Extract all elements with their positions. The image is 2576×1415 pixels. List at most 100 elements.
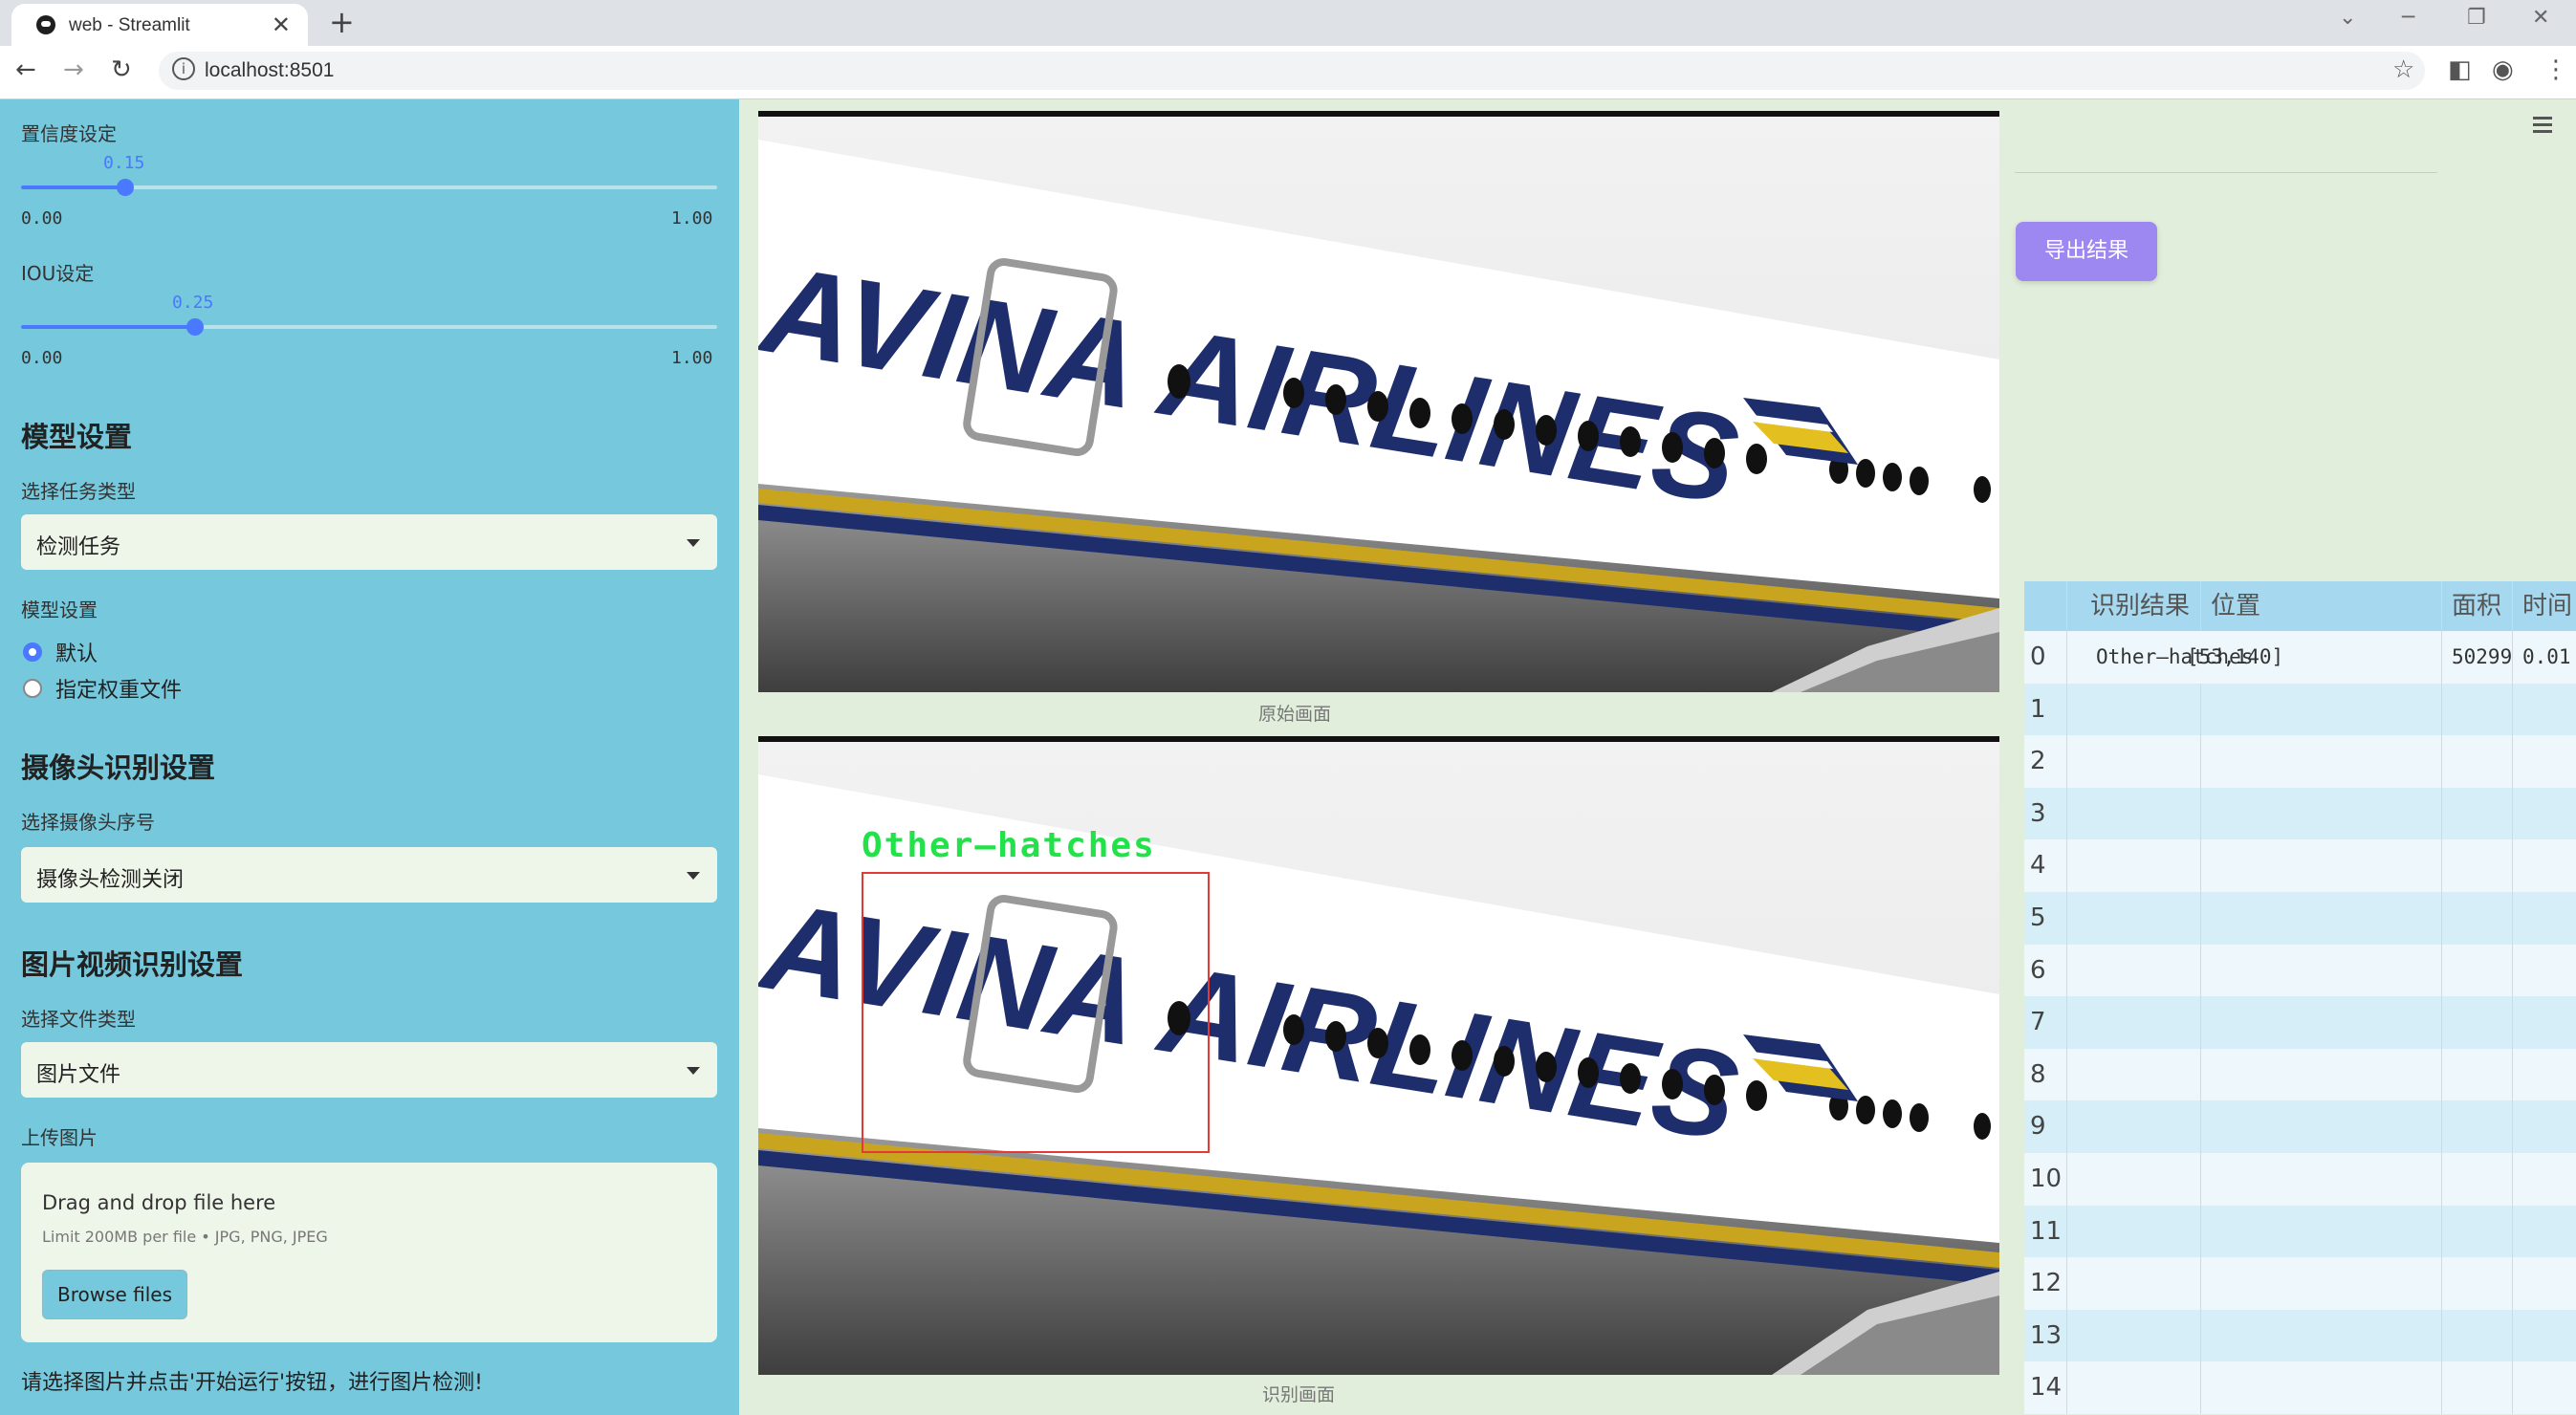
header-result[interactable]: 识别结果 (2066, 581, 2200, 631)
forward-icon[interactable]: → (63, 55, 84, 84)
profile-icon[interactable]: ◉ (2492, 55, 2514, 84)
airplane-fuselage-image: AVINA AIRLINES (758, 111, 1999, 692)
tab-close-icon[interactable]: ✕ (272, 11, 291, 38)
row-index: 11 (2030, 1216, 2063, 1246)
chevron-down-icon (687, 1067, 700, 1075)
divider (2015, 172, 2437, 173)
table-row[interactable]: 4 (2024, 839, 2576, 892)
table-row[interactable]: 3 (2024, 787, 2576, 840)
empty-cell (2200, 683, 2441, 736)
upload-limit-text: Limit 200MB per file • JPG, PNG, JPEG (42, 1228, 328, 1246)
empty-cell (2066, 1048, 2200, 1101)
confidence-slider[interactable] (21, 179, 717, 196)
tab-search-icon[interactable]: ⌄ (2339, 6, 2356, 30)
table-row[interactable]: 8 (2024, 1048, 2576, 1101)
export-results-button[interactable]: 导出结果 (2016, 222, 2157, 281)
header-area[interactable]: 面积 (2441, 581, 2512, 631)
bookmark-star-icon[interactable]: ☆ (2392, 55, 2414, 84)
back-icon[interactable]: ← (15, 55, 36, 84)
table-row[interactable]: 9 (2024, 1100, 2576, 1153)
iou-slider[interactable] (21, 318, 717, 336)
table-row[interactable]: 13 (2024, 1309, 2576, 1362)
empty-cell (2512, 1205, 2576, 1258)
empty-cell (2200, 1309, 2441, 1362)
camera-select[interactable]: 摄像头检测关闭 (21, 847, 717, 903)
row-index: 5 (2030, 903, 2046, 932)
address-bar[interactable]: i localhost:8501 (159, 52, 2425, 90)
empty-cell (2200, 996, 2441, 1049)
table-row[interactable]: 0 Other—hatches [53,140] 50299 0.01 (2024, 631, 2576, 684)
task-type-value: 检测任务 (36, 535, 121, 559)
empty-cell (2512, 683, 2576, 736)
empty-cell (2066, 735, 2200, 788)
empty-cell (2200, 1152, 2441, 1206)
table-row[interactable]: 10 (2024, 1152, 2576, 1206)
row-index: 2 (2030, 747, 2046, 776)
table-row[interactable]: 11 (2024, 1205, 2576, 1258)
empty-cell (2512, 1100, 2576, 1153)
header-position[interactable]: 位置 (2200, 581, 2441, 631)
row-index: 1 (2030, 694, 2046, 724)
hamburger-menu-icon[interactable] (2533, 117, 2552, 137)
window-close-icon[interactable]: ✕ (2532, 6, 2549, 30)
row-area: 50299 (2441, 631, 2512, 684)
browser-tab[interactable]: web - Streamlit ✕ (11, 4, 308, 46)
task-type-select[interactable]: 检测任务 (21, 514, 717, 570)
empty-cell (2512, 1257, 2576, 1310)
row-index: 3 (2030, 798, 2046, 828)
empty-cell (2066, 787, 2200, 840)
empty-cell (2066, 1309, 2200, 1362)
table-row[interactable]: 2 (2024, 735, 2576, 788)
radio-default[interactable] (23, 642, 42, 662)
iou-label: IOU设定 (21, 262, 95, 285)
empty-cell (2066, 683, 2200, 736)
upload-label: 上传图片 (21, 1126, 98, 1149)
result-image-caption: 识别画面 (1262, 1384, 1336, 1405)
file-type-select[interactable]: 图片文件 (21, 1042, 717, 1098)
url-text[interactable]: localhost:8501 (205, 59, 334, 82)
radio-default-label[interactable]: 默认 (55, 637, 98, 667)
detection-bounding-box (862, 872, 1210, 1153)
radio-custom-weights-label[interactable]: 指定权重文件 (55, 673, 182, 704)
file-uploader[interactable]: Drag and drop file here Limit 200MB per … (21, 1163, 717, 1342)
empty-cell (2441, 996, 2512, 1049)
table-row[interactable]: 7 (2024, 996, 2576, 1049)
table-row[interactable]: 14 (2024, 1361, 2576, 1414)
header-time[interactable]: 时间 (2512, 581, 2576, 631)
radio-custom-weights[interactable] (23, 679, 42, 698)
empty-cell (2066, 1205, 2200, 1258)
empty-cell (2441, 1205, 2512, 1258)
row-index: 4 (2030, 851, 2046, 881)
empty-cell (2441, 1309, 2512, 1362)
empty-cell (2066, 1152, 2200, 1206)
row-position: [53,140] (2187, 645, 2284, 668)
restore-icon[interactable]: ❐ (2467, 6, 2486, 30)
empty-cell (2200, 891, 2441, 945)
side-panel-icon[interactable]: ◧ (2448, 55, 2472, 84)
confidence-min: 0.00 (21, 208, 63, 229)
new-tab-button[interactable]: + (329, 4, 355, 40)
results-table: 识别结果 位置 面积 时间 0 Other—hatches [53,140] 5… (2024, 581, 2576, 1414)
result-image: AVINA AIRLINES Other—hatches (758, 736, 1999, 1375)
browser-menu-icon[interactable]: ⋮ (2543, 55, 2568, 84)
empty-cell (2512, 787, 2576, 840)
confidence-slider-handle[interactable] (117, 179, 135, 196)
empty-cell (2200, 1100, 2441, 1153)
browse-files-button[interactable]: Browse files (42, 1270, 187, 1319)
iou-max: 1.00 (671, 348, 713, 368)
confidence-label: 置信度设定 (21, 122, 117, 145)
reload-icon[interactable]: ↻ (111, 55, 132, 84)
image-top-edge (758, 111, 1999, 117)
detection-label: Other—hatches (862, 826, 1156, 865)
site-info-icon[interactable]: i (172, 57, 195, 80)
row-index: 13 (2030, 1320, 2063, 1350)
minimize-icon[interactable]: ─ (2402, 6, 2414, 30)
empty-cell (2441, 1361, 2512, 1414)
table-row[interactable]: 6 (2024, 944, 2576, 997)
iou-slider-handle[interactable] (186, 318, 204, 336)
table-row[interactable]: 1 (2024, 683, 2576, 736)
table-row[interactable]: 12 (2024, 1257, 2576, 1310)
empty-cell (2512, 944, 2576, 997)
empty-cell (2441, 1048, 2512, 1101)
table-row[interactable]: 5 (2024, 891, 2576, 945)
